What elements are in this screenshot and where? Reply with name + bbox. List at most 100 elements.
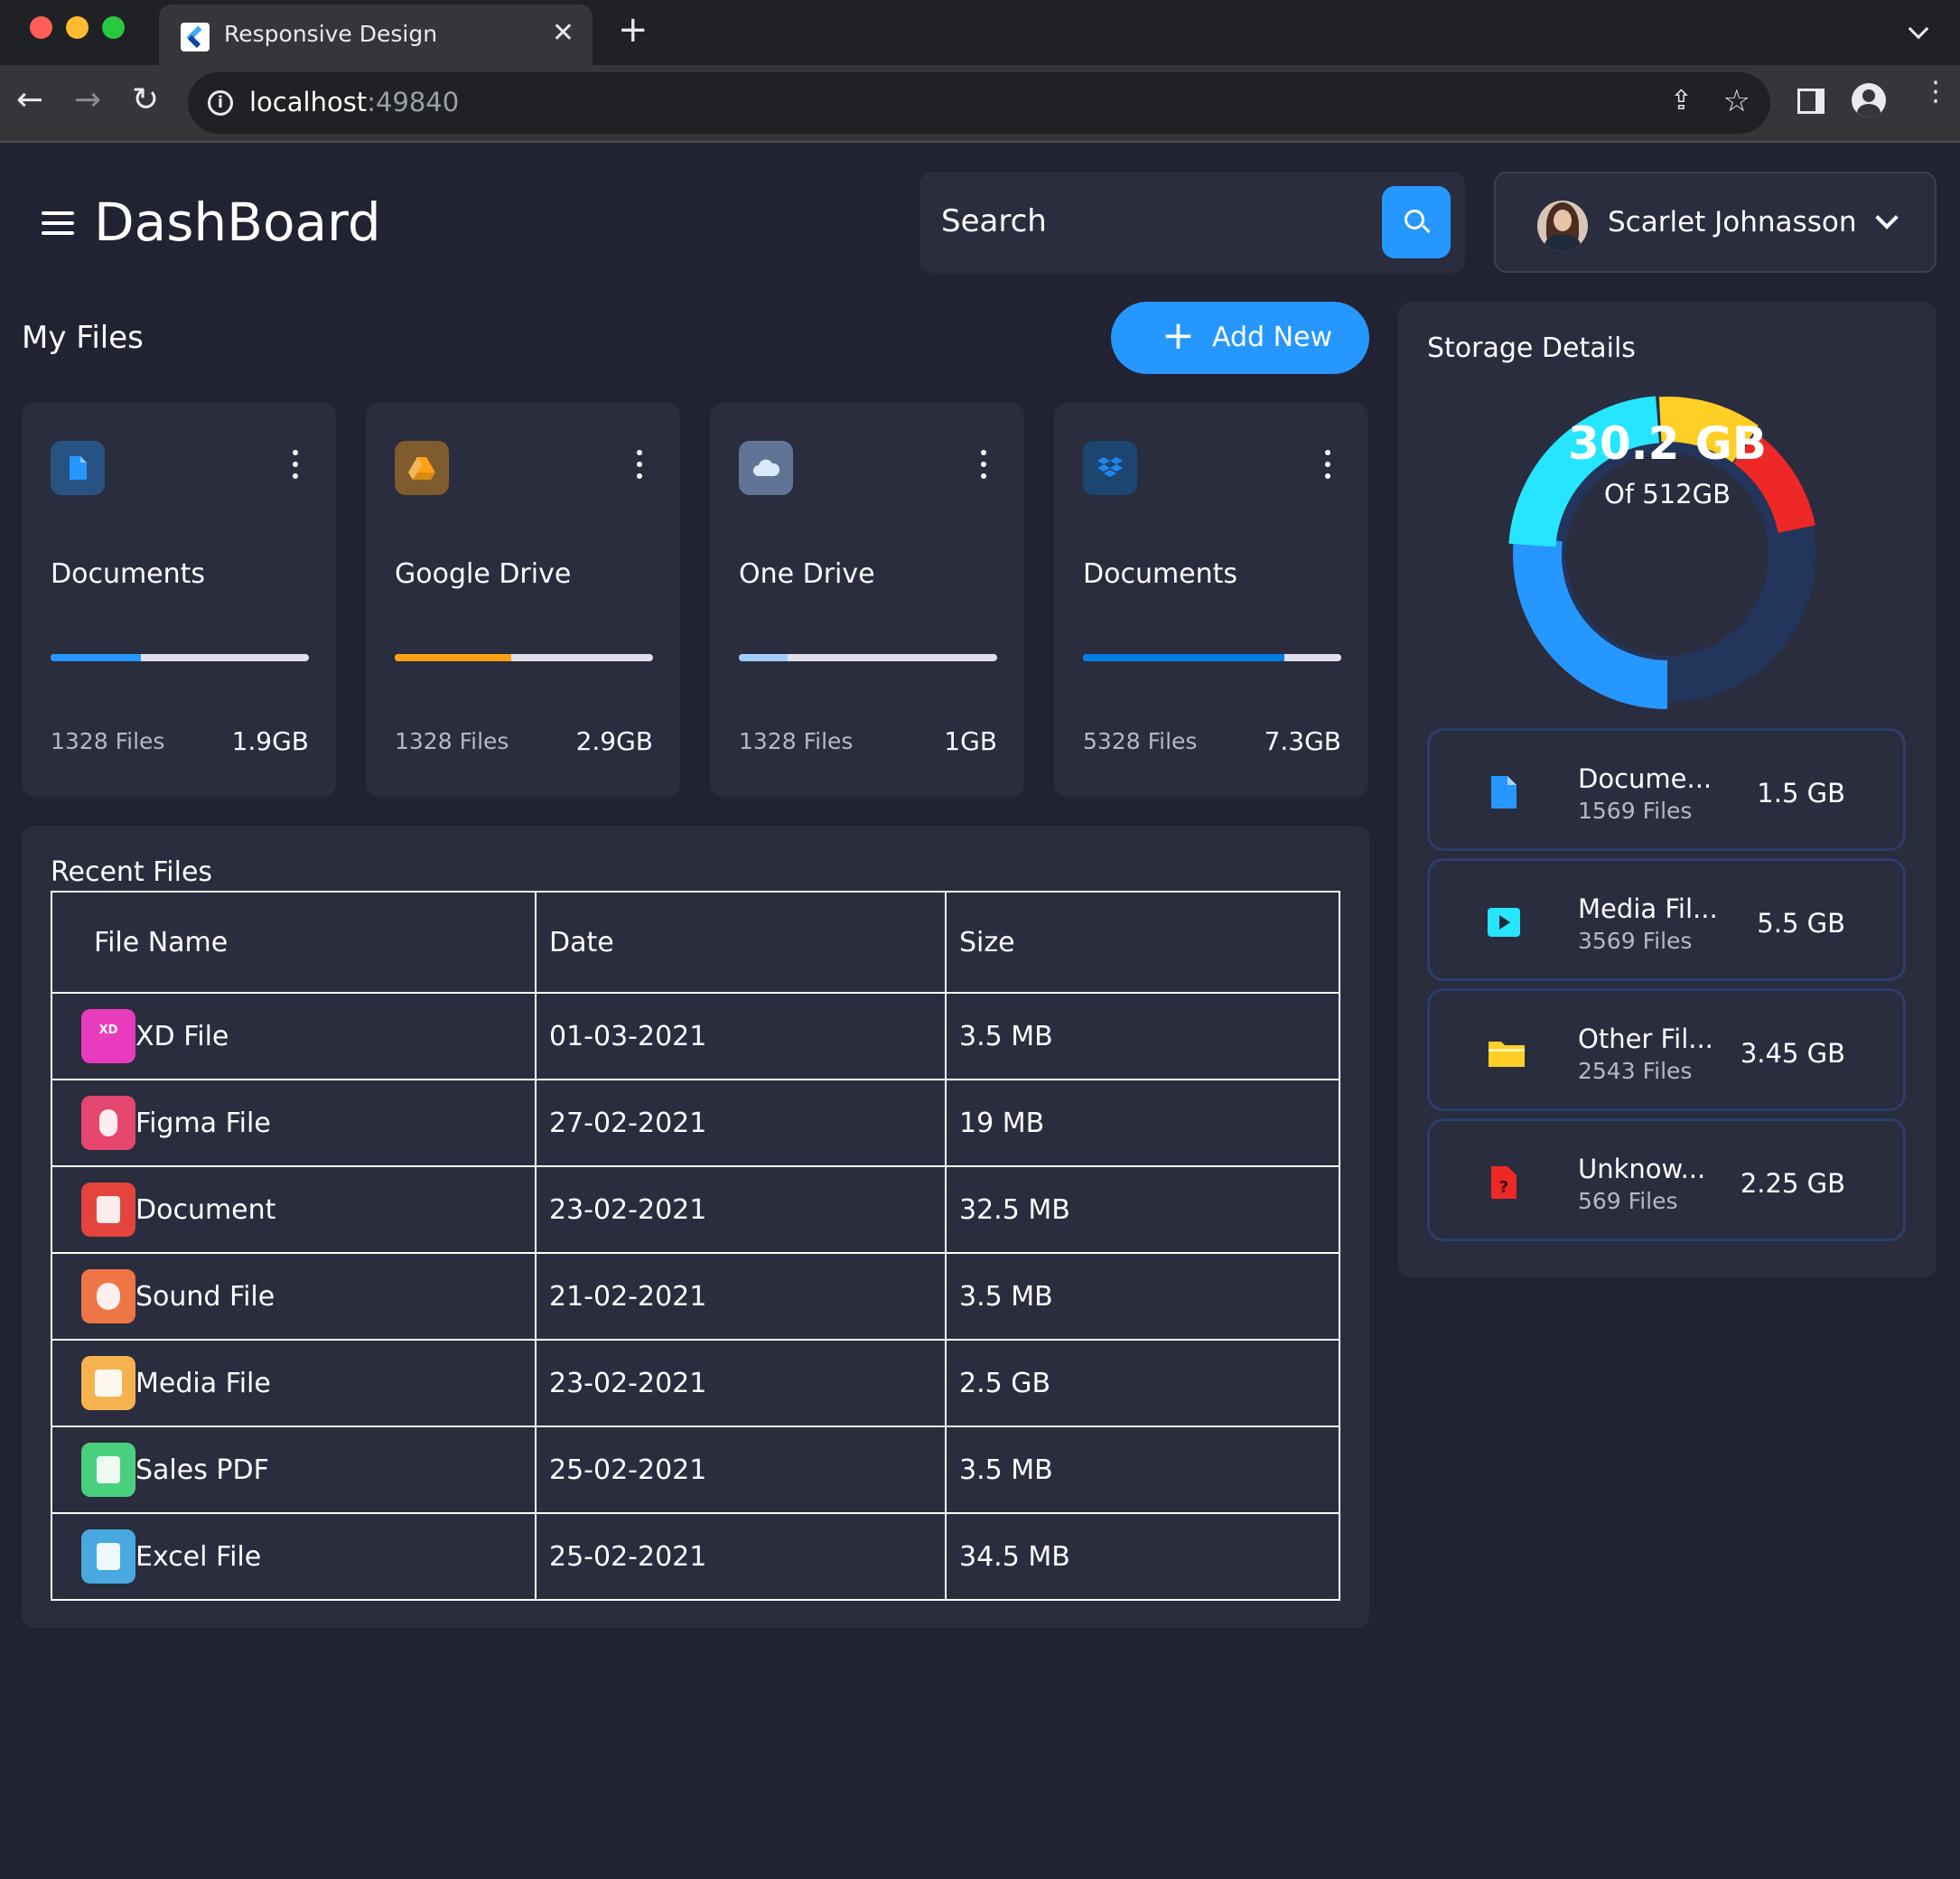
chevron-down-icon [1875, 206, 1899, 229]
window-minimize-button[interactable] [66, 16, 89, 39]
storage-item-documents[interactable]: Docume... 1569 Files 1.5 GB [1427, 728, 1906, 851]
browser-profile-icon[interactable] [1852, 83, 1886, 117]
plus-icon: + [1162, 313, 1195, 359]
storage-item-size: 5.5 GB [1757, 908, 1845, 939]
storage-progress-fill [1083, 654, 1285, 661]
storage-progress-bar [395, 654, 653, 661]
file-card-count: 5328 Files [1083, 728, 1198, 754]
file-date: 27-02-2021 [535, 1079, 947, 1167]
file-name: Sales PDF [135, 1454, 269, 1486]
window-close-button[interactable] [30, 16, 52, 39]
unknown-file-icon: ? [1491, 1166, 1517, 1199]
add-new-button[interactable]: + Add New [1111, 302, 1369, 374]
table-row[interactable]: Figma File 27-02-2021 19 MB [51, 1079, 1340, 1167]
file-name: Media File [135, 1367, 271, 1399]
avatar [1537, 201, 1588, 251]
file-name: Document [135, 1193, 276, 1226]
browser-menu-icon[interactable]: ⋮ [1922, 79, 1949, 106]
flutter-icon [181, 23, 210, 51]
file-name: Excel File [135, 1540, 262, 1573]
back-icon[interactable]: ← [16, 81, 43, 118]
file-card-google-drive[interactable]: Google Drive 1328 Files 2.9GB [366, 403, 680, 797]
cloud-icon [739, 441, 793, 495]
close-icon[interactable]: ✕ [552, 17, 574, 49]
window-zoom-button[interactable] [102, 16, 125, 39]
storage-item-title: Unknow... [1578, 1154, 1706, 1184]
more-options-icon[interactable] [981, 450, 986, 482]
share-icon[interactable]: ⇪ [1670, 85, 1693, 117]
url-host: localhost [249, 87, 368, 117]
storage-item-unknown[interactable]: ? Unknow... 569 Files 2.25 GB [1427, 1118, 1906, 1241]
more-options-icon[interactable] [637, 450, 642, 482]
file-card-size: 2.9GB [575, 726, 653, 756]
table-row[interactable]: Sales PDF 25-02-2021 3.5 MB [51, 1426, 1340, 1514]
info-icon[interactable]: i [208, 90, 233, 116]
table-row[interactable]: Excel File 25-02-2021 34.5 MB [51, 1512, 1340, 1601]
browser-tab[interactable]: Responsive Design ✕ [159, 5, 593, 65]
storage-item-title: Other Fil... [1578, 1024, 1713, 1054]
folder-icon [1489, 1042, 1525, 1067]
google-drive-icon [395, 441, 449, 495]
storage-item-count: 569 Files [1578, 1188, 1678, 1214]
file-card-documents[interactable]: Documents 1328 Files 1.9GB [22, 403, 336, 797]
file-date: 23-02-2021 [535, 1339, 947, 1427]
storage-progress-fill [51, 654, 142, 661]
search-input[interactable] [941, 199, 1375, 244]
recent-files-table: File Name Date Size XD XD File 01-03-2021… [51, 891, 1340, 1601]
table-row[interactable]: Document 23-02-2021 32.5 MB [51, 1165, 1340, 1254]
svg-text:?: ? [1499, 1178, 1508, 1197]
page-title: DashBoard [94, 192, 381, 253]
add-new-label: Add New [1212, 322, 1333, 353]
menu-icon[interactable] [42, 211, 74, 235]
file-card-one-drive[interactable]: One Drive 1328 Files 1GB [710, 403, 1024, 797]
file-card-size: 1.9GB [231, 726, 309, 756]
forward-icon[interactable]: → [74, 81, 101, 118]
xd-file-icon: XD [81, 1009, 135, 1063]
file-size: 3.5 MB [945, 1252, 1340, 1341]
storage-progress-fill [739, 654, 789, 661]
table-row[interactable]: Media File 23-02-2021 2.5 GB [51, 1339, 1340, 1427]
file-date: 25-02-2021 [535, 1512, 947, 1601]
table-row[interactable]: XD XD File 01-03-2021 3.5 MB [51, 992, 1340, 1080]
more-options-icon[interactable] [1325, 450, 1330, 482]
pdf-icon [81, 1443, 135, 1497]
file-card-name: One Drive [739, 558, 875, 590]
profile-dropdown[interactable]: Scarlet Johnasson [1494, 172, 1937, 273]
storage-item-other[interactable]: Other Fil... 2543 Files 3.45 GB [1427, 988, 1906, 1111]
new-tab-button[interactable]: + [618, 9, 649, 51]
document-icon [81, 1183, 135, 1237]
file-date: 01-03-2021 [535, 992, 947, 1080]
file-card-name: Documents [51, 558, 206, 590]
storage-title: Storage Details [1427, 332, 1636, 364]
file-size: 3.5 MB [945, 1426, 1340, 1514]
search-button[interactable] [1382, 186, 1451, 258]
storage-progress-bar [1083, 654, 1341, 661]
storage-item-size: 3.45 GB [1740, 1038, 1845, 1069]
file-size: 3.5 MB [945, 992, 1340, 1080]
storage-item-title: Docume... [1578, 763, 1713, 794]
side-panel-icon[interactable] [1797, 89, 1825, 114]
file-date: 23-02-2021 [535, 1165, 947, 1254]
file-card-size: 7.3GB [1264, 726, 1341, 756]
storage-progress-bar [739, 654, 997, 661]
media-icon [1488, 908, 1520, 937]
document-icon [51, 441, 105, 495]
more-options-icon[interactable] [293, 450, 298, 482]
chevron-down-icon[interactable] [1908, 18, 1929, 40]
my-files-title: My Files [22, 320, 144, 356]
table-row[interactable]: Sound File 21-02-2021 3.5 MB [51, 1252, 1340, 1341]
bookmark-star-icon[interactable]: ☆ [1723, 83, 1750, 119]
file-card-size: 1GB [944, 726, 997, 756]
storage-item-media[interactable]: Media Fil... 3569 Files 5.5 GB [1427, 858, 1906, 981]
file-size: 2.5 GB [945, 1339, 1340, 1427]
file-name: XD File [135, 1020, 229, 1052]
browser-toolbar: ← → ↻ i localhost:49840 ⇪ ☆ ⋮ [0, 65, 1960, 143]
url-text[interactable]: localhost:49840 [249, 87, 459, 117]
file-card-count: 1328 Files [51, 728, 165, 754]
address-bar[interactable]: i localhost:49840 ⇪ ☆ [188, 72, 1770, 134]
dropbox-icon [1083, 441, 1137, 495]
search-bar [919, 172, 1465, 273]
storage-item-size: 1.5 GB [1757, 778, 1845, 809]
file-card-dropbox[interactable]: Documents 5328 Files 7.3GB [1054, 403, 1368, 797]
reload-icon[interactable]: ↻ [132, 81, 159, 118]
